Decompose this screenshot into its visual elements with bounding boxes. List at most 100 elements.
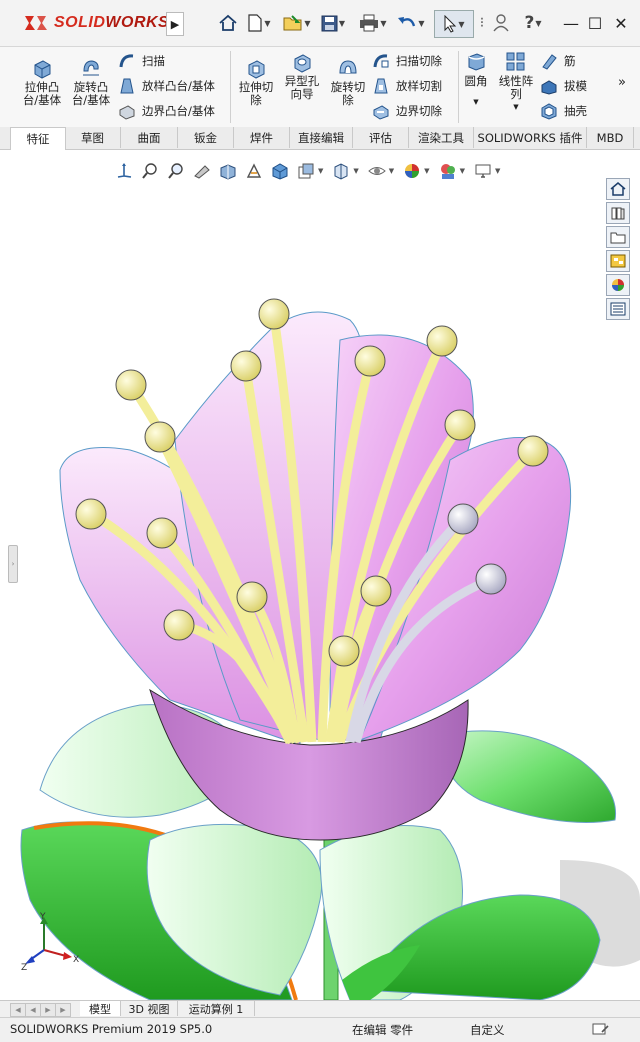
view-orientation-button[interactable] [270, 161, 290, 181]
extrude-boss-icon [34, 60, 51, 79]
revolve-boss-button[interactable]: 旋转凸 台/基体 [66, 57, 116, 107]
draft-button[interactable]: 拔模 [540, 77, 587, 95]
display-style-caret[interactable]: ▼ [318, 167, 323, 175]
tab-weldments[interactable]: 焊件 [234, 127, 290, 148]
tab-motion-study-1[interactable]: 运动算例 1 [178, 1001, 255, 1016]
section-view-icon [220, 164, 236, 180]
tab-direct-editing[interactable]: 直接编辑 [290, 127, 353, 148]
tab-prev-button[interactable]: ◀ [25, 1003, 41, 1017]
user-button[interactable] [490, 10, 512, 36]
view-settings-button[interactable] [473, 161, 493, 181]
tab-model[interactable]: 模型 [80, 1001, 121, 1016]
undo-button[interactable]: ▼ [394, 10, 428, 36]
apply-scene-button[interactable] [438, 161, 458, 181]
help-icon: ? [524, 13, 535, 33]
graphics-area[interactable] [0, 200, 640, 1000]
menu-expand-button[interactable]: ▶ [166, 12, 184, 36]
tab-first-button[interactable]: ◀ [10, 1003, 26, 1017]
sweep-button[interactable]: 扫描 [118, 52, 165, 70]
tab-next-button[interactable]: ▶ [40, 1003, 56, 1017]
select-pointer-icon [444, 15, 457, 33]
rib-button[interactable]: 筋 [540, 52, 576, 70]
units-selector[interactable]: 自定义 [470, 1022, 505, 1038]
rib-label: 筋 [564, 54, 576, 68]
model-view-tabs: ◀ ◀ ▶ ▶ 模型 3D 视图 运动算例 1 [0, 1000, 640, 1017]
help-button[interactable]: ? ▼ [518, 10, 548, 36]
home-button[interactable] [216, 10, 240, 36]
dynamic-annotation-button[interactable] [244, 161, 264, 181]
open-button[interactable]: ▼ [280, 10, 314, 36]
hide-show-caret[interactable]: ▼ [353, 167, 358, 175]
tab-features[interactable]: 特征 [10, 127, 66, 150]
swept-cut-button[interactable]: 扫描切除 [372, 52, 442, 70]
view-orient-icon [117, 163, 132, 178]
fillet-dropdown-caret[interactable]: ▼ [473, 96, 478, 109]
minimize-button[interactable]: — [560, 12, 582, 34]
tab-sheet-metal[interactable]: 钣金 [178, 127, 234, 148]
fillet-label: 圆角 [464, 74, 488, 88]
edit-appearance-button[interactable] [402, 161, 422, 181]
linear-pattern-dropdown-caret[interactable]: ▼ [513, 101, 518, 114]
open-icon [283, 15, 302, 31]
tab-last-button[interactable]: ▶ [55, 1003, 71, 1017]
toolbar-separator: ⁝ [479, 15, 485, 31]
appearance-caret[interactable]: ▼ [424, 167, 429, 175]
tab-render-tools[interactable]: 渲染工具 [409, 127, 474, 148]
draft-icon [541, 80, 557, 95]
hole-wizard-button[interactable]: 异型孔 向导 [280, 51, 324, 101]
extrude-cut-icon [248, 60, 265, 79]
previous-view-button[interactable] [192, 161, 212, 181]
boundary-boss-button[interactable]: 边界凸台/基体 [118, 102, 215, 120]
display-style-button[interactable] [296, 161, 316, 181]
annotation-icon [246, 163, 262, 178]
section-view-button[interactable] [218, 161, 238, 181]
command-manager-ribbon: 拉伸凸 台/基体 旋转凸 台/基体 扫描 放样凸台/基体 边界凸台/基体 拉伸切… [0, 47, 640, 128]
shell-label: 抽壳 [564, 104, 587, 118]
sweep-icon [119, 54, 134, 68]
loft-boss-button[interactable]: 放样凸台/基体 [118, 77, 215, 95]
tab-surfaces[interactable]: 曲面 [121, 127, 178, 148]
loft-boss-label: 放样凸台/基体 [142, 79, 215, 93]
status-options-button[interactable] [592, 1022, 610, 1039]
ribbon-more-button[interactable]: » [618, 75, 626, 90]
tab-evaluate[interactable]: 评估 [353, 127, 409, 148]
select-button[interactable]: ▼ [434, 10, 474, 38]
zoom-area-button[interactable] [166, 161, 186, 181]
solidworks-logo[interactable]: SOLIDWORKS [22, 8, 169, 38]
tab-solidworks-addins[interactable]: SOLIDWORKS 插件 [474, 127, 587, 148]
task-pane-resources[interactable] [606, 178, 630, 200]
revolve-cut-icon [339, 60, 357, 74]
new-document-button[interactable]: ▼ [244, 10, 274, 36]
scene-icon [440, 164, 455, 179]
extrude-boss-button[interactable]: 拉伸凸 台/基体 [18, 57, 66, 107]
zoom-to-fit-button[interactable] [140, 161, 160, 181]
close-button[interactable]: ✕ [610, 12, 632, 34]
boundary-boss-label: 边界凸台/基体 [142, 104, 215, 118]
visibility-button[interactable] [367, 161, 387, 181]
previous-view-icon [194, 165, 210, 179]
shell-button[interactable]: 抽壳 [540, 102, 587, 120]
print-button[interactable]: ▼ [356, 10, 390, 36]
visibility-caret[interactable]: ▼ [389, 167, 394, 175]
tab-mbd[interactable]: MBD [587, 127, 634, 148]
sweep-label: 扫描 [142, 54, 165, 68]
edit-mode-text: 在编辑 零件 [352, 1023, 414, 1037]
linear-pattern-button[interactable]: 线性阵 列 ▼ [496, 51, 536, 114]
user-icon [493, 14, 509, 32]
fillet-button[interactable]: 圆角 ▼ [460, 51, 492, 109]
maximize-button[interactable]: ☐ [584, 12, 606, 34]
reference-triad-button[interactable] [114, 161, 134, 181]
save-button[interactable]: ▼ [318, 10, 348, 36]
tab-3d-views[interactable]: 3D 视图 [121, 1001, 178, 1016]
tab-sketch[interactable]: 草图 [65, 127, 121, 148]
revolve-cut-button[interactable]: 旋转切 除 [326, 57, 370, 107]
scene-caret[interactable]: ▼ [460, 167, 465, 175]
command-manager-tabs: 特征 草图 曲面 钣金 焊件 直接编辑 评估 渲染工具 SOLIDWORKS 插… [0, 127, 640, 150]
lofted-cut-button[interactable]: 放样切割 [372, 77, 442, 95]
view-settings-caret[interactable]: ▼ [495, 167, 500, 175]
boundary-cut-button[interactable]: 边界切除 [372, 102, 442, 120]
leaf-back-right[interactable] [439, 730, 617, 823]
extrude-cut-button[interactable]: 拉伸切 除 [234, 57, 278, 107]
zoom-fit-icon [142, 163, 157, 179]
hide-show-items-button[interactable] [331, 161, 351, 181]
